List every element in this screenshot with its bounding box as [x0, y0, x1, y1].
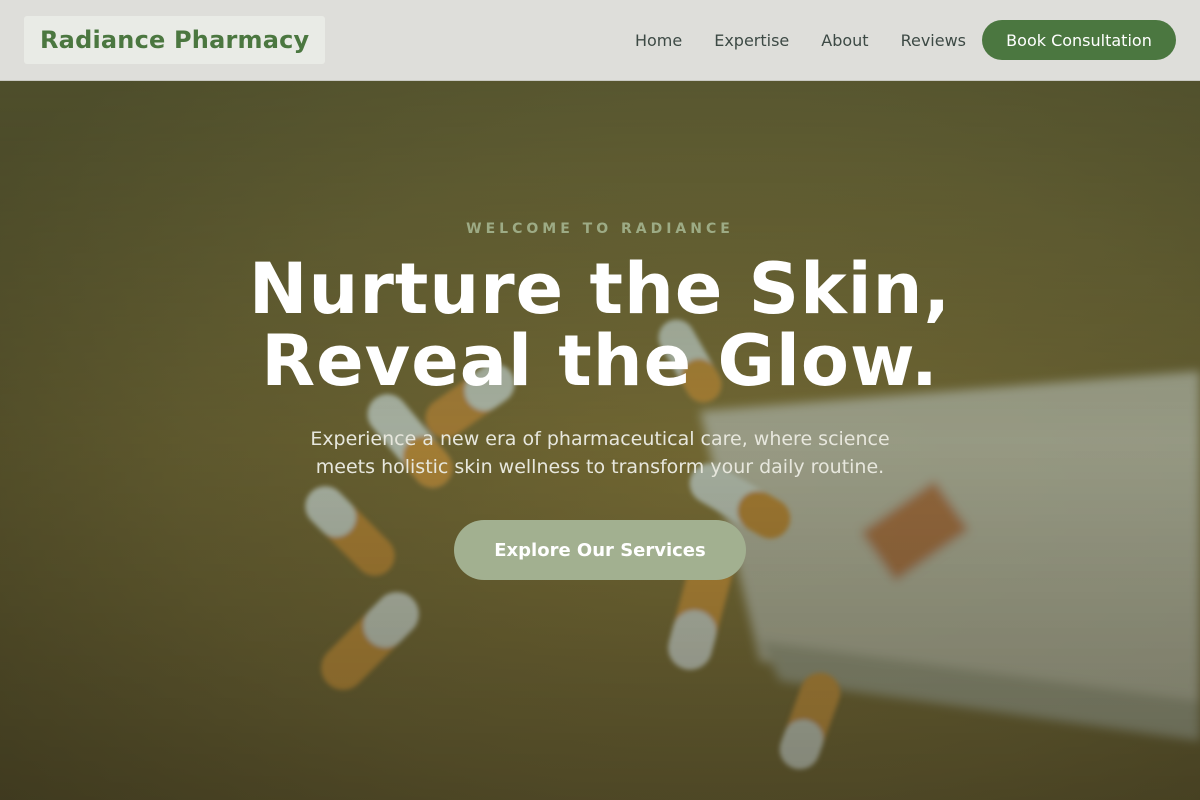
hero-eyebrow: WELCOME TO RADIANCE [466, 221, 734, 237]
explore-services-button[interactable]: Explore Our Services [454, 520, 746, 580]
nav-about-link[interactable]: About [821, 31, 868, 50]
hero-description: Experience a new era of pharmaceutical c… [0, 425, 1200, 481]
hero-section: WELCOME TO RADIANCE Nurture the Skin, Re… [0, 81, 1200, 800]
nav-expertise-link[interactable]: Expertise [714, 31, 789, 50]
hero-description-line-1: Experience a new era of pharmaceutical c… [310, 428, 890, 450]
nav-home-link[interactable]: Home [635, 31, 682, 50]
nav-reviews-link[interactable]: Reviews [901, 31, 966, 50]
hero-description-line-2: meets holistic skin wellness to transfor… [315, 456, 885, 478]
hero-headline-line-2: Reveal the Glow. [261, 320, 939, 402]
main-nav: Home Expertise About Reviews [635, 0, 966, 80]
site-header: Radiance Pharmacy Home Expertise About R… [0, 0, 1200, 81]
hero-headline-line-1: Nurture the Skin, [248, 248, 952, 330]
book-consultation-button[interactable]: Book Consultation [982, 20, 1176, 60]
hero-headline: Nurture the Skin, Reveal the Glow. [0, 253, 1200, 397]
site-logo[interactable]: Radiance Pharmacy [24, 16, 326, 64]
